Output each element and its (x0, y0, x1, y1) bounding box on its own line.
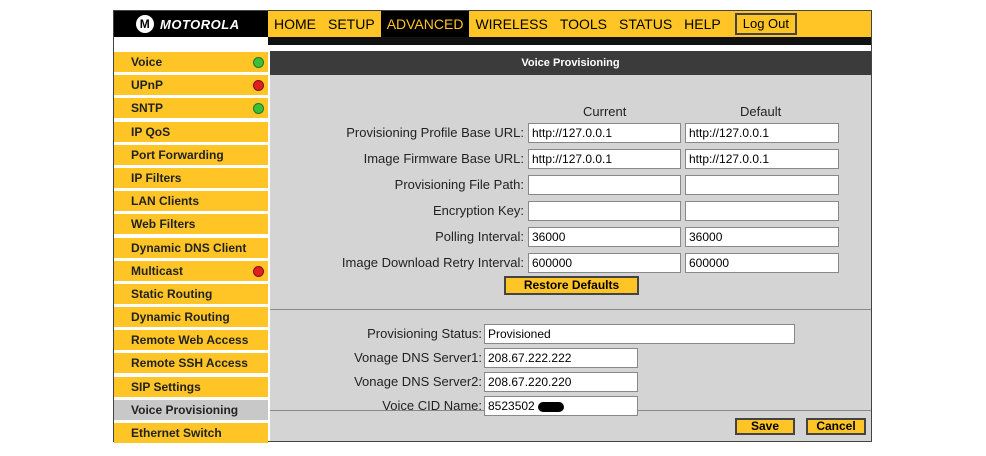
encryption-key-default-input[interactable] (685, 201, 839, 221)
sidebar-item-label: Dynamic DNS Client (131, 240, 247, 255)
sidebar-item-label: Port Forwarding (131, 147, 224, 162)
sidebar-item-label: IP QoS (131, 124, 171, 139)
polling-interval-current-input[interactable]: 36000 (528, 227, 681, 247)
image-firmware-base-url-default-input[interactable]: http://127.0.0.1 (685, 149, 839, 169)
sidebar-item-multicast[interactable]: Multicast (114, 259, 268, 281)
status-red-icon (253, 265, 264, 277)
brand-name: MOTOROLA (160, 16, 240, 32)
sidebar-item-label: UPnP (131, 78, 164, 93)
vonage-dns-server2-field[interactable]: 208.67.220.220 (484, 372, 638, 392)
save-button[interactable]: Save (735, 418, 795, 435)
image-firmware-base-url-label: Image Firmware Base URL: (363, 151, 524, 166)
motorola-batwing-icon: M (136, 15, 154, 33)
image-download-retry-interval-default-input[interactable]: 600000 (685, 253, 839, 273)
sidebar-item-upnp[interactable]: UPnP (114, 74, 268, 96)
column-header-current: Current (583, 104, 627, 119)
status-green-icon (253, 103, 264, 115)
sidebar-item-label: LAN Clients (131, 194, 200, 209)
provisioning-profile-base-url-label: Provisioning Profile Base URL: (346, 125, 524, 140)
sidebar-item-dynamic-dns-client[interactable]: Dynamic DNS Client (114, 236, 268, 258)
provisioning-file-path-default-input[interactable] (685, 175, 839, 195)
encryption-key-current-input[interactable] (528, 201, 681, 221)
sidebar-item-label: Web Filters (131, 217, 196, 232)
provisioning-file-path-current-input[interactable] (528, 175, 681, 195)
sidebar-item-remote-ssh-access[interactable]: Remote SSH Access (114, 352, 268, 374)
provisioning-profile-base-url-default-input[interactable]: http://127.0.0.1 (685, 123, 839, 143)
sidebar-item-label: SNTP (131, 101, 164, 116)
nav-tab-tools[interactable]: TOOLS (554, 11, 613, 37)
encryption-key-label: Encryption Key: (432, 203, 524, 218)
vonage-dns-server1-label: Vonage DNS Server1: (354, 350, 482, 365)
cancel-button[interactable]: Cancel (806, 418, 866, 435)
sidebar-item-label: Voice (131, 55, 163, 69)
sidebar-item-label: Multicast (131, 263, 184, 278)
provisioning-status-field[interactable]: Provisioned (484, 324, 795, 344)
sidebar-item-label: Voice Provisioning (131, 402, 239, 417)
sidebar-item-voice[interactable]: Voice (114, 51, 268, 72)
voice-cid-name-label: Voice CID Name: (382, 398, 482, 413)
sidebar-item-label: Remote SSH Access (131, 356, 248, 371)
sidebar-item-label: Static Routing (131, 286, 213, 301)
vonage-dns-server2-label: Vonage DNS Server2: (354, 374, 482, 389)
polling-interval-default-input[interactable]: 36000 (685, 227, 839, 247)
sidebar-item-ip-qos[interactable]: IP QoS (114, 120, 268, 142)
sidebar-item-sntp[interactable]: SNTP (114, 97, 268, 119)
sidebar-item-label: Dynamic Routing (131, 310, 230, 325)
sidebar-item-remote-web-access[interactable]: Remote Web Access (114, 329, 268, 351)
sidebar-item-sip-settings[interactable]: SIP Settings (114, 375, 268, 397)
router-window: M MOTOROLA HOME SETUP ADVANCED WIRELESS TOOL… (113, 10, 872, 445)
status-green-icon (253, 57, 264, 68)
image-download-retry-interval-label: Image Download Retry Interval: (341, 255, 524, 270)
main-panel: Voice Provisioning Current Default Resto… (270, 51, 871, 441)
image-firmware-base-url-current-input[interactable]: http://127.0.0.1 (528, 149, 681, 169)
logout-button[interactable]: Log Out (734, 13, 798, 35)
header-divider (268, 37, 871, 45)
sidebar-item-dynamic-routing[interactable]: Dynamic Routing (114, 306, 268, 328)
vonage-dns-server1-field[interactable]: 208.67.222.222 (484, 348, 638, 368)
status-red-icon (253, 80, 264, 92)
page-title: Voice Provisioning (270, 51, 871, 75)
sidebar-item-ip-filters[interactable]: IP Filters (114, 166, 268, 188)
sidebar-item-label: SIP Settings (131, 379, 201, 394)
top-nav: HOME SETUP ADVANCED WIRELESS TOOLS STATUS HELP… (268, 11, 871, 37)
sidebar-item-web-filters[interactable]: Web Filters (114, 213, 268, 235)
sidebar: Voice UPnP SNTP IP QoS Port Forwarding IP Fil… (114, 51, 268, 445)
image-download-retry-interval-current-input[interactable]: 600000 (528, 253, 681, 273)
redaction-mark (538, 402, 564, 412)
nav-tab-home[interactable]: HOME (268, 11, 322, 37)
provisioning-profile-base-url-current-input[interactable]: http://127.0.0.1 (528, 123, 681, 143)
provisioning-status-label: Provisioning Status: (367, 326, 482, 341)
sidebar-item-ethernet-switch[interactable]: Ethernet Switch (114, 422, 268, 443)
polling-interval-label: Polling Interval: (435, 229, 524, 244)
nav-tab-wireless[interactable]: WIRELESS (469, 11, 553, 37)
restore-defaults-button[interactable]: Restore Defaults (504, 276, 639, 295)
sidebar-item-voice-provisioning[interactable]: Voice Provisioning (114, 398, 268, 420)
sidebar-item-label: IP Filters (131, 170, 182, 185)
provisioning-file-path-label: Provisioning File Path: (394, 177, 524, 192)
sidebar-item-label: Ethernet Switch (131, 426, 222, 440)
sidebar-item-static-routing[interactable]: Static Routing (114, 282, 268, 304)
sidebar-item-lan-clients[interactable]: LAN Clients (114, 190, 268, 212)
nav-tab-advanced[interactable]: ADVANCED (380, 11, 470, 37)
sidebar-item-port-forwarding[interactable]: Port Forwarding (114, 143, 268, 165)
nav-tab-setup[interactable]: SETUP (322, 11, 381, 37)
section-divider (270, 309, 871, 310)
nav-tab-status[interactable]: STATUS (613, 11, 678, 37)
sidebar-item-label: Remote Web Access (131, 333, 249, 348)
motorola-logo: M MOTOROLA (114, 11, 268, 37)
nav-tab-help[interactable]: HELP (678, 11, 727, 37)
column-header-default: Default (740, 104, 782, 119)
